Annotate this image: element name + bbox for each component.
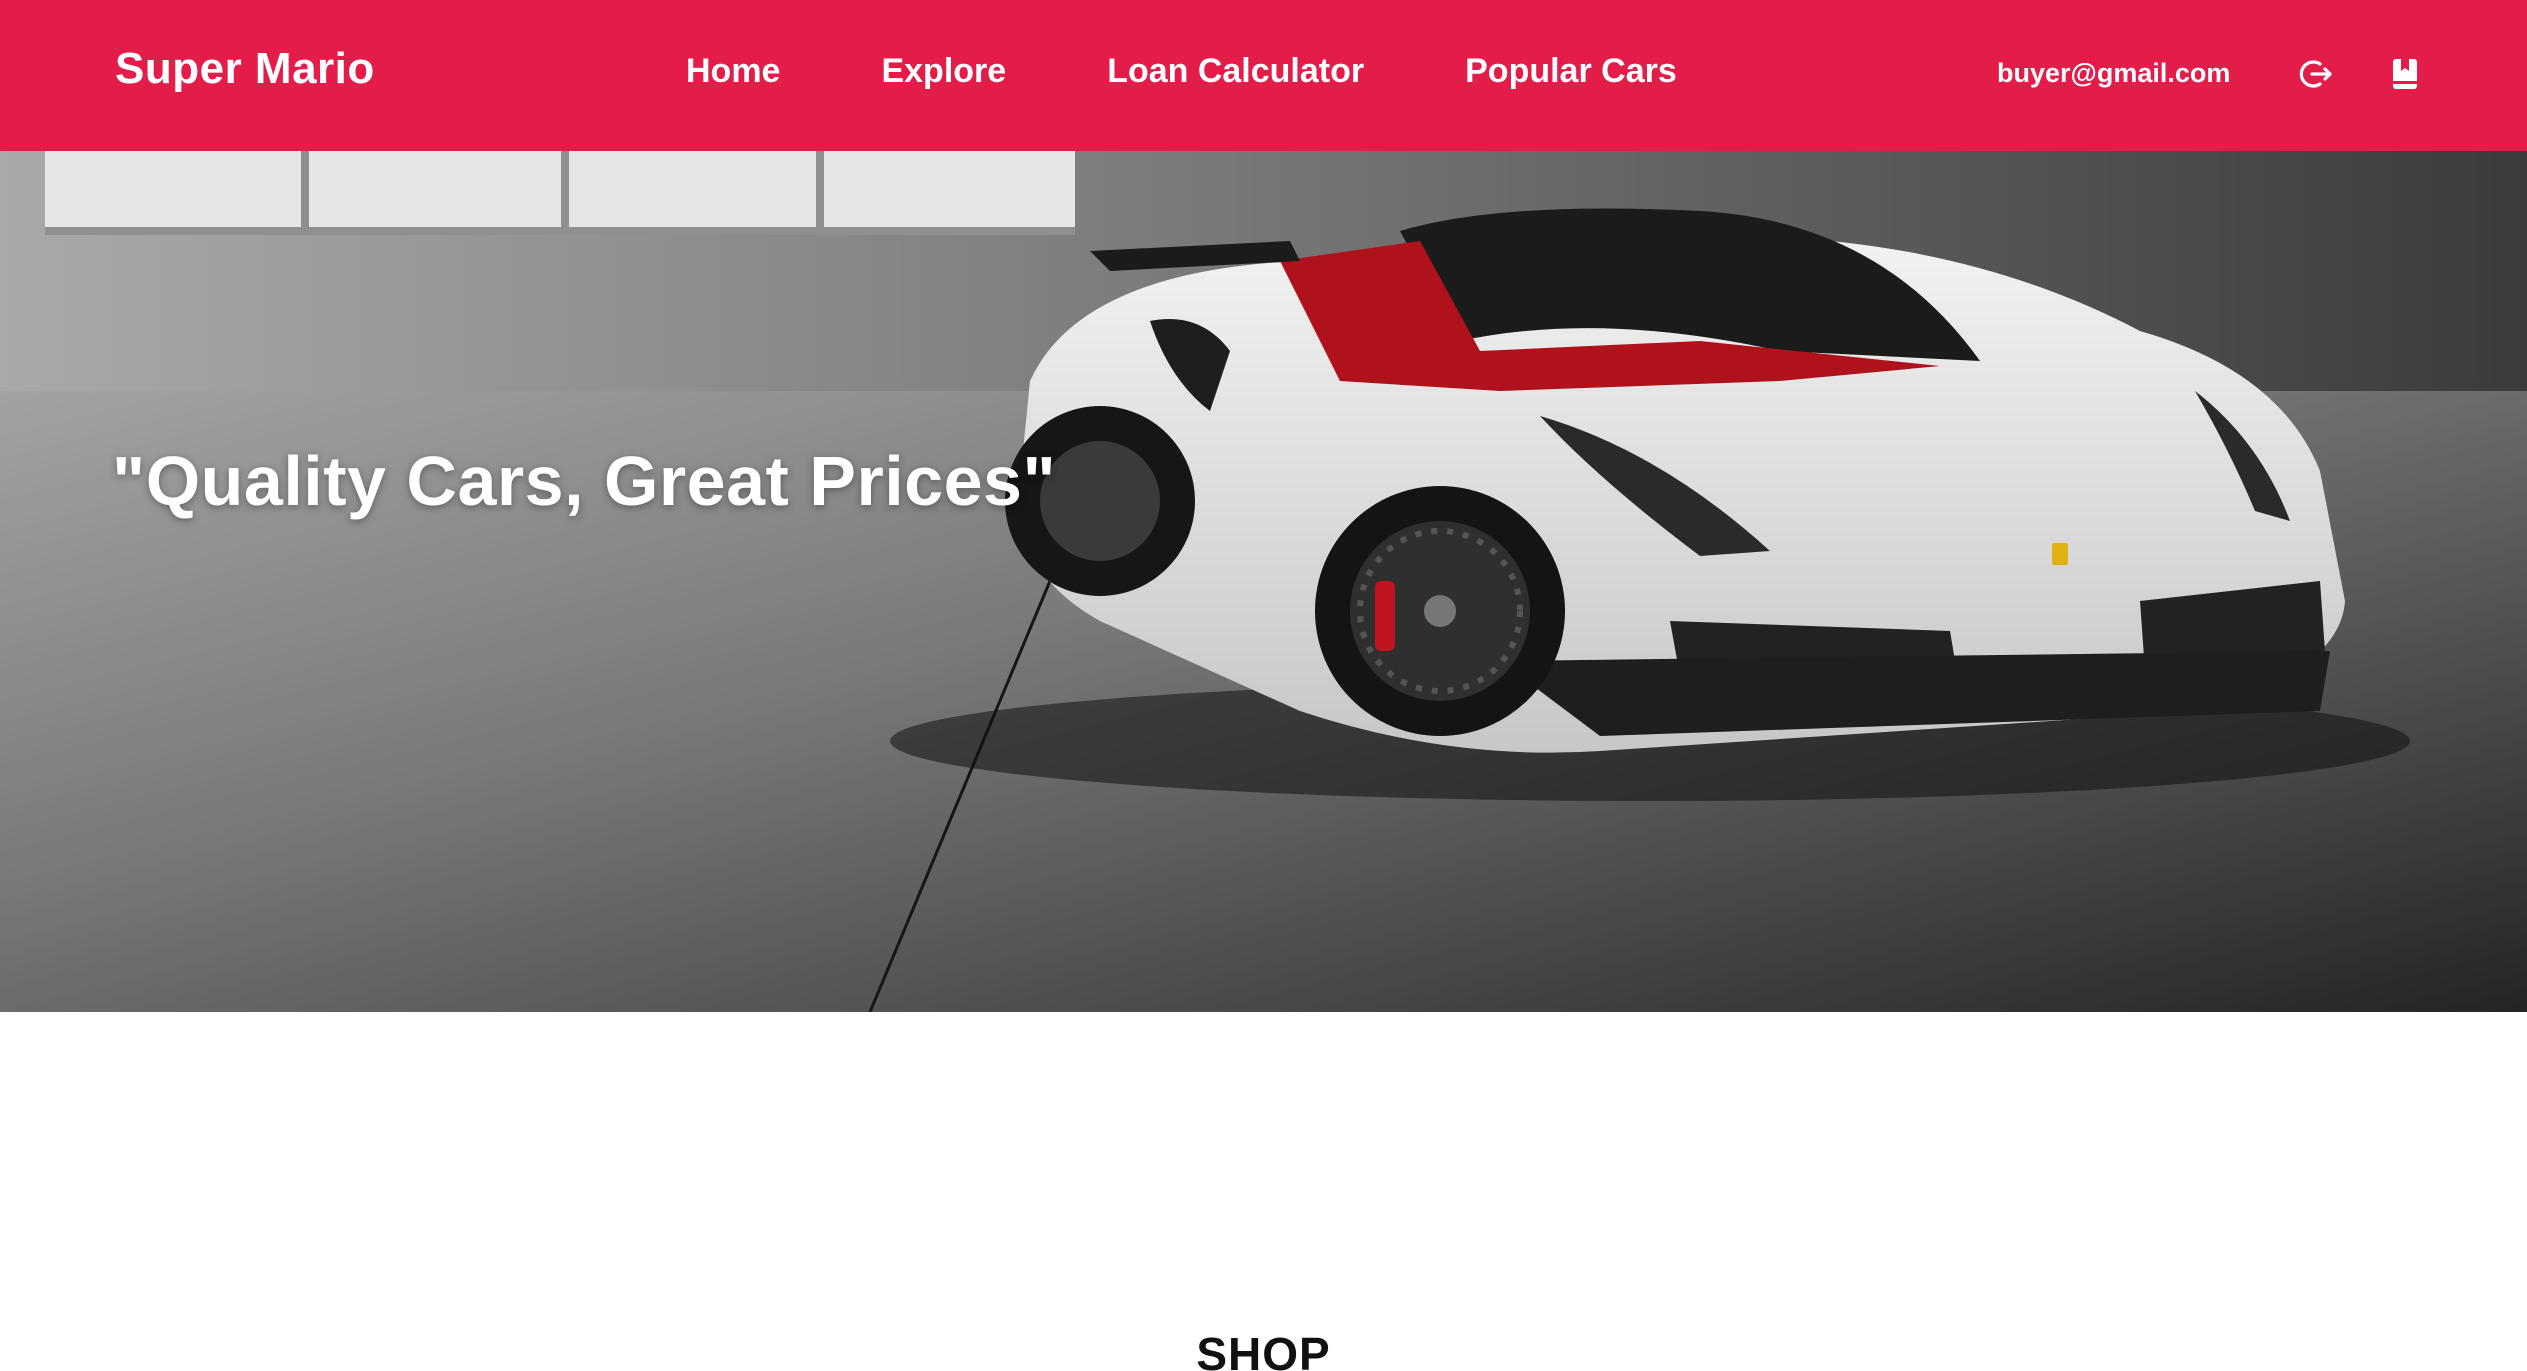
nav-link-explore[interactable]: Explore bbox=[881, 52, 1006, 91]
bookmark-icon[interactable] bbox=[2386, 55, 2424, 93]
nav-link-popular-cars[interactable]: Popular Cars bbox=[1465, 52, 1677, 91]
hero-tagline: "Quality Cars, Great Prices" bbox=[112, 442, 1057, 520]
nav-link-loan-calculator[interactable]: Loan Calculator bbox=[1107, 52, 1364, 91]
shop-section-title: SHOP bbox=[1196, 1328, 1331, 1371]
top-navbar: Super Mario Home Explore Loan Calculator… bbox=[0, 0, 2527, 151]
hero-banner: "Quality Cars, Great Prices" bbox=[0, 151, 2527, 1012]
logout-icon[interactable] bbox=[2297, 55, 2335, 93]
nav-link-home[interactable]: Home bbox=[686, 52, 780, 91]
brand-logo-text[interactable]: Super Mario bbox=[115, 44, 375, 94]
hero-car-image bbox=[0, 151, 2527, 1012]
main-nav: Home Explore Loan Calculator Popular Car… bbox=[686, 52, 1677, 91]
user-email: buyer@gmail.com bbox=[1997, 58, 2231, 88]
